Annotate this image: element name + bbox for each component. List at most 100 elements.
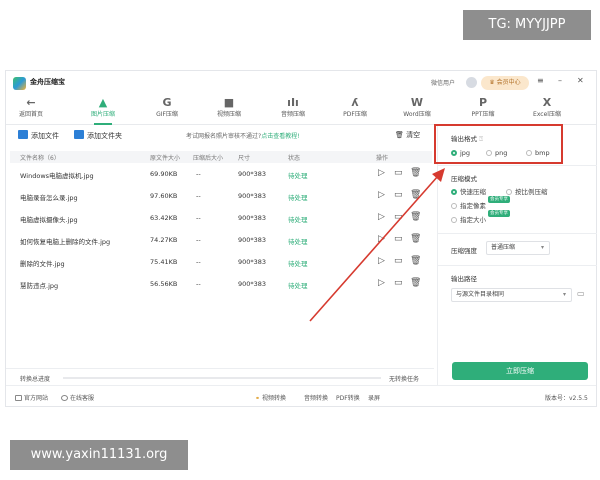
play-icon[interactable]: ▷ [378,190,385,200]
menu-icon[interactable]: ≡ [537,76,544,85]
highlight-box [434,124,563,164]
tab-image-compress[interactable]: ▲ 图片压缩 [80,96,126,125]
mode-fast-radio[interactable]: 快速压缩 [451,186,486,196]
original-size: 74.27KB [150,236,178,244]
progress-bar [63,377,381,379]
output-path-select[interactable]: 与源文件目录相同 ▾ [451,288,572,302]
add-folder-button[interactable]: 添加文件夹 [74,130,122,141]
col-original-size: 原文件大小 [150,155,181,162]
play-icon[interactable]: ▷ [378,168,385,178]
table-row[interactable]: 删除的文件.jpg 75.41KB -- 900*383 待处理 ▷ ▭ 🗑 [10,251,432,273]
audio-icon: ıIı [287,96,299,109]
screen-record-link[interactable]: 录屏 [368,393,380,402]
status-text: 待处理 [288,194,308,202]
folder-open-icon[interactable]: ▭ [394,234,403,244]
vip-center-button[interactable]: ♛ 会员中心 [481,76,529,90]
tab-ppt-compress[interactable]: P PPT压缩 [460,96,506,124]
delete-icon[interactable]: 🗑 [410,190,421,200]
clear-button[interactable]: 🗑 清空 [395,130,420,140]
folder-icon[interactable]: ▭ [577,289,585,298]
monitor-icon [15,395,22,401]
video-convert-link[interactable]: ⚭ 视频转换 [255,393,286,402]
chevron-down-icon: ▾ [562,291,566,298]
add-file-button[interactable]: 添加文件 [18,130,59,141]
table-row[interactable]: Windows电脑虚拟机.jpg 69.90KB -- 900*383 待处理 … [10,163,432,185]
watermark-bottom: www.yaxin11131.org [10,440,188,470]
file-name: 如何恢复电脑上删除的文件.jpg [20,238,111,246]
play-icon[interactable]: ▷ [378,278,385,288]
gif-icon: G [162,96,172,109]
tutorial-tip: 考试网报名照片审核不通过?点击查看教程! [186,133,300,140]
tab-pdf-compress[interactable]: ʎ PDF压缩 [332,96,378,124]
compressed-size: -- [196,236,201,244]
pdf-convert-link[interactable]: PDF转换 [336,393,360,402]
word-icon: W [410,96,424,109]
compressed-size: -- [196,214,201,222]
app-window: 金舟压缩宝 微信用户 ♛ 会员中心 ≡ – ✕ ← 返回首页 ▲ 图片压缩 G … [5,70,597,407]
status-text: 待处理 [288,216,308,224]
delete-icon[interactable]: 🗑 [410,168,421,178]
delete-icon[interactable]: 🗑 [410,234,421,244]
mode-ratio-radio[interactable]: 按比例压缩 [506,186,548,196]
strength-title: 压缩强度 [451,247,477,255]
compress-mode-title: 压缩模式 [451,175,477,183]
folder-open-icon[interactable]: ▭ [394,256,403,266]
image-icon: ▲ [98,96,108,109]
pdf-icon: ʎ [351,96,359,109]
close-icon[interactable]: ✕ [577,76,584,85]
tab-word-compress[interactable]: W Word压缩 [394,96,440,124]
table-row[interactable]: 电脑虚拟摄像头.jpg 63.42KB -- 900*383 待处理 ▷ ▭ 🗑 [10,207,432,229]
minimize-icon[interactable]: – [558,76,562,85]
app-title: 金舟压缩宝 [30,78,65,86]
col-status: 状态 [288,155,301,162]
official-site-link[interactable]: 官方网站 [15,393,48,402]
compressed-size: -- [196,258,201,266]
tab-gif-compress[interactable]: G GIF压缩 [144,96,190,124]
folder-open-icon[interactable]: ▭ [394,212,403,222]
folder-open-icon[interactable]: ▭ [394,190,403,200]
play-icon[interactable]: ▷ [378,212,385,222]
strength-select[interactable]: 普通压缩 ▾ [486,241,550,255]
tab-video-compress[interactable]: ■ 视频压缩 [206,96,252,124]
page: TG: MYYJJPP 金舟压缩宝 微信用户 ♛ 会员中心 ≡ – ✕ ← 返回… [0,0,600,480]
file-name: 电脑虚拟摄像头.jpg [20,216,78,224]
audio-convert-link[interactable]: 音频转换 [304,393,328,402]
play-icon[interactable]: ▷ [378,234,385,244]
chevron-down-icon: ▾ [540,244,544,251]
table-row[interactable]: 慧防违点.jpg 56.56KB -- 900*383 待处理 ▷ ▭ 🗑 [10,273,432,295]
mode-size-radio[interactable]: 指定大小 [451,214,486,224]
file-name: 慧防违点.jpg [20,282,59,290]
delete-icon[interactable]: 🗑 [410,278,421,288]
original-size: 63.42KB [150,214,178,222]
table-row[interactable]: 如何恢复电脑上删除的文件.jpg 74.27KB -- 900*383 待处理 … [10,229,432,251]
file-name: 电脑录音怎么录.jpg [20,194,78,202]
tab-audio-compress[interactable]: ıIı 音频压缩 [270,96,316,124]
folder-open-icon[interactable]: ▭ [394,278,403,288]
settings-panel: 输出格式 ⍰ jpg png bmp 压缩模式 快速压缩 按比例压缩 指定像素 … [437,125,597,385]
avatar[interactable] [466,77,477,88]
back-home-button[interactable]: ← 返回首页 [8,96,54,124]
user-name[interactable]: 微信用户 [431,78,455,87]
mode-pixel-radio[interactable]: 指定像素 [451,200,486,210]
watermark-top: TG: MYYJJPP [463,10,591,40]
dimensions: 900*383 [238,170,267,178]
ppt-icon: P [478,96,488,109]
video-icon: ■ [223,96,235,109]
tool-toolbar: ← 返回首页 ▲ 图片压缩 G GIF压缩 ■ 视频压缩 ıIı 音频压缩 ʎ … [6,95,596,125]
compress-now-button[interactable]: 立即压缩 [452,362,588,380]
tutorial-link[interactable]: 点击查看教程! [261,133,299,140]
online-support-link[interactable]: 在线客服 [61,393,94,402]
col-file-name: 文件名称（6） [20,155,60,162]
tab-excel-compress[interactable]: X Excel压缩 [524,96,570,124]
delete-icon[interactable]: 🗑 [410,256,421,266]
folder-open-icon[interactable]: ▭ [394,168,403,178]
status-text: 待处理 [288,282,308,290]
version-label: 版本号：v2.5.5 [545,395,588,402]
dimensions: 900*383 [238,236,267,244]
delete-icon[interactable]: 🗑 [410,212,421,222]
table-row[interactable]: 电脑录音怎么录.jpg 97.60KB -- 900*383 待处理 ▷ ▭ 🗑 [10,185,432,207]
compressed-size: -- [196,170,201,178]
status-text: 待处理 [288,260,308,268]
col-compressed-size: 压缩后大小 [193,155,224,162]
play-icon[interactable]: ▷ [378,256,385,266]
